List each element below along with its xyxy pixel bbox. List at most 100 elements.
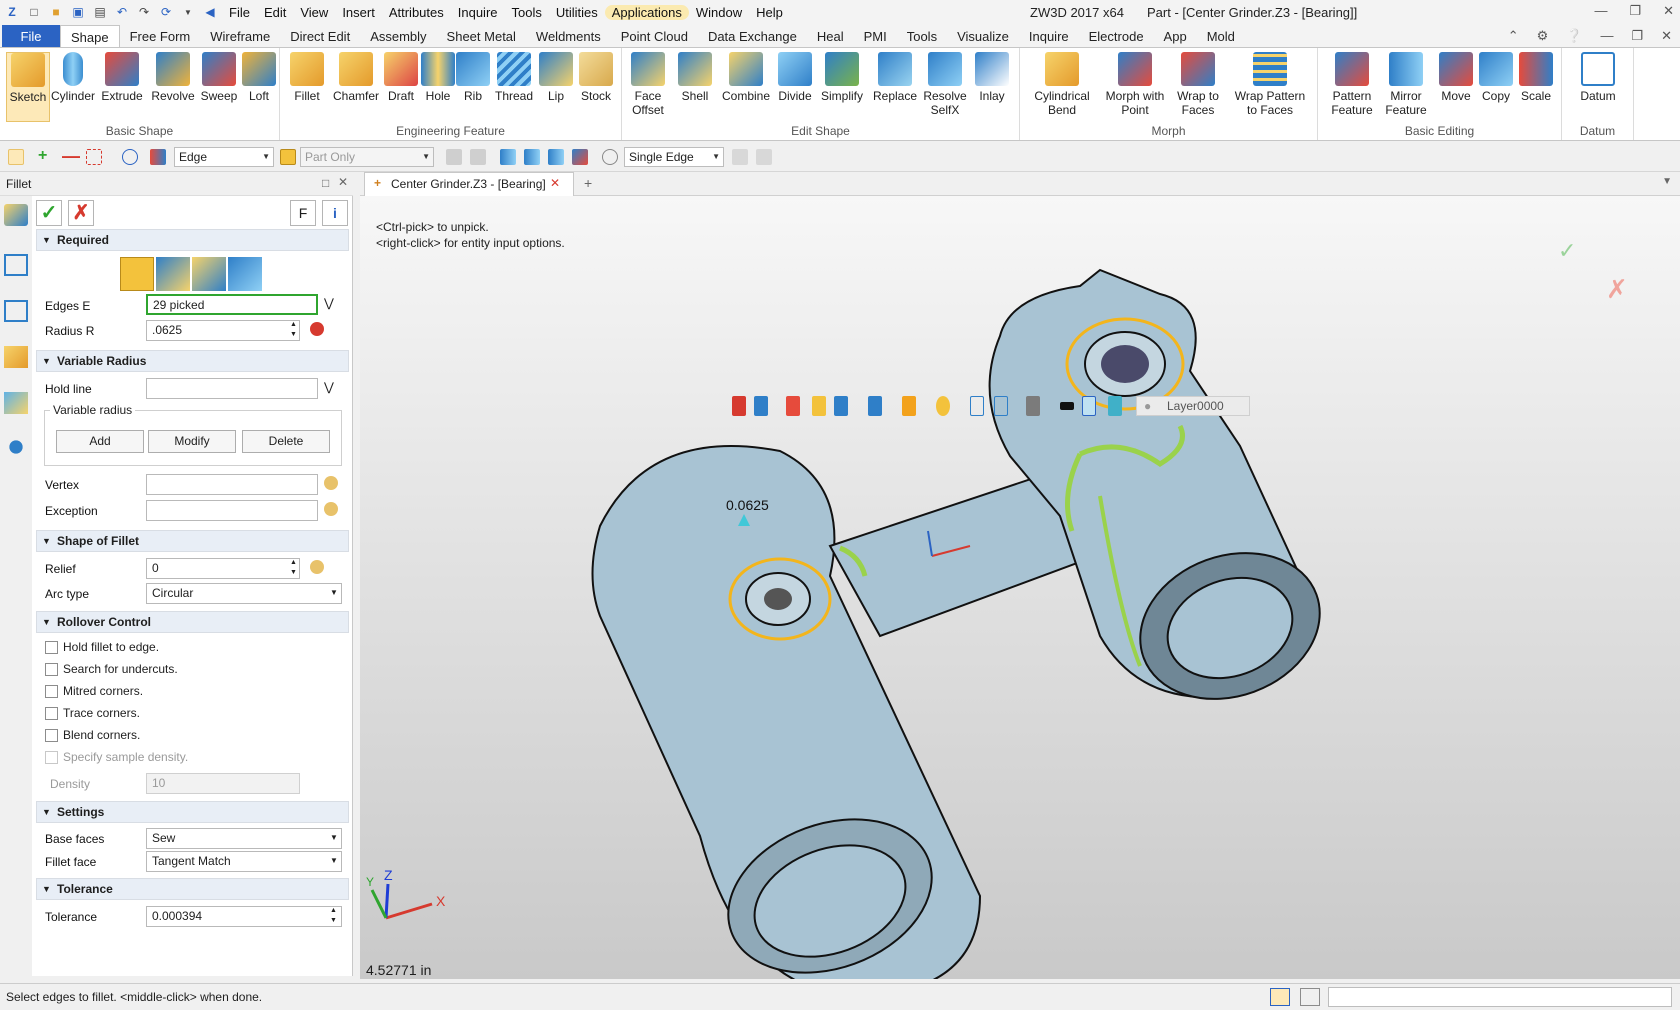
pattern-feature-button[interactable]: Pattern Feature [1326, 52, 1378, 117]
thread-button[interactable]: Thread [490, 52, 538, 103]
fillet-type-constant-icon[interactable] [120, 257, 154, 291]
tab-direct-edit[interactable]: Direct Edit [280, 25, 360, 48]
cursor-icon[interactable] [572, 149, 588, 165]
measure-tool-icon[interactable] [786, 396, 800, 416]
radius-spinner-icon[interactable]: ▲ ▼ [290, 320, 297, 340]
menu-help[interactable]: Help [749, 5, 790, 20]
pick-icon[interactable] [8, 149, 24, 165]
layer-combo[interactable]: Layer0000 [1136, 396, 1250, 416]
pick-point-icon[interactable] [324, 502, 338, 516]
doc-close-icon[interactable]: ✕ [1661, 28, 1672, 44]
shell-button[interactable]: Shell [674, 52, 716, 103]
hole-button[interactable]: Hole [420, 52, 456, 103]
assembly-tree-icon[interactable] [4, 300, 28, 322]
lighting-icon[interactable] [936, 396, 950, 416]
tab-tools[interactable]: Tools [897, 25, 947, 48]
tab-inquire[interactable]: Inquire [1019, 25, 1079, 48]
open-folder-icon[interactable]: ■ [48, 5, 64, 19]
delete-button[interactable]: Delete [242, 430, 330, 453]
collapse-ribbon-icon[interactable]: ⌃ [1508, 28, 1519, 44]
pick-point-icon[interactable] [324, 476, 338, 490]
status-toggle-icon[interactable] [1270, 988, 1290, 1006]
dropdown-icon[interactable]: ▼ [180, 8, 196, 17]
tab-wireframe[interactable]: Wireframe [200, 25, 280, 48]
undercuts-checkbox[interactable] [45, 663, 58, 676]
lip-button[interactable]: Lip [538, 52, 574, 103]
draft-button[interactable]: Draft [382, 52, 420, 103]
help-icon[interactable]: ❔ [1566, 28, 1582, 44]
refresh-icon[interactable]: ⟳ [158, 5, 174, 19]
render-mode-icon[interactable] [868, 396, 882, 416]
menu-applications[interactable]: Applications [604, 4, 689, 20]
shaded-icon[interactable] [812, 396, 826, 416]
line-weight-icon[interactable] [1060, 402, 1074, 410]
revolve-button[interactable]: Revolve [148, 52, 198, 103]
sketch-button[interactable]: Sketch [6, 52, 50, 122]
add-button[interactable]: Add [56, 430, 144, 453]
morph-with-point-button[interactable]: Morph with Point [1102, 52, 1168, 117]
command-input[interactable] [1328, 987, 1672, 1007]
tab-sheet-metal[interactable]: Sheet Metal [437, 25, 526, 48]
datum-button[interactable]: Datum [1574, 52, 1622, 103]
expand-icon[interactable]: ⋁ [324, 296, 334, 310]
menu-view[interactable]: View [293, 5, 335, 20]
menu-tools[interactable]: Tools [505, 5, 549, 20]
loft-button[interactable]: Loft [240, 52, 278, 103]
add-icon[interactable]: + [38, 148, 54, 165]
hold-fillet-checkbox[interactable] [45, 641, 58, 654]
lasso-icon[interactable] [122, 149, 138, 165]
vertex-field[interactable] [146, 474, 318, 495]
gear-icon[interactable] [602, 149, 618, 165]
f-button[interactable]: F [290, 200, 316, 226]
history-tree-icon[interactable] [4, 254, 28, 276]
base-faces-select[interactable]: Sew [146, 828, 342, 849]
tab-weldments[interactable]: Weldments [526, 25, 611, 48]
undo-icon[interactable]: ↶ [114, 5, 130, 19]
ok-button[interactable]: ✓ [36, 200, 62, 226]
menu-inquire[interactable]: Inquire [451, 5, 505, 20]
document-tab[interactable]: Center Grinder.Z3 - [Bearing] [364, 172, 574, 196]
mirror-feature-button[interactable]: Mirror Feature [1380, 52, 1432, 117]
doc-restore-icon[interactable]: ❐ [1631, 28, 1643, 44]
wrap-pattern-button[interactable]: Wrap Pattern to Faces [1230, 52, 1310, 117]
tab-free-form[interactable]: Free Form [120, 25, 201, 48]
menu-edit[interactable]: Edit [257, 5, 293, 20]
measure-icon[interactable] [310, 560, 324, 574]
section-tolerance[interactable]: Tolerance [36, 878, 349, 900]
view-cube-icon[interactable] [834, 396, 848, 416]
expand-icon[interactable]: ⋁ [324, 380, 334, 394]
tab-data-exchange[interactable]: Data Exchange [698, 25, 807, 48]
simplify-button[interactable]: Simplify [816, 52, 868, 103]
section-rollover-control[interactable]: Rollover Control [36, 611, 349, 633]
exit-view-icon[interactable] [732, 396, 746, 416]
tab-visualize[interactable]: Visualize [947, 25, 1019, 48]
filter-icon[interactable] [150, 149, 166, 165]
graphics-viewport[interactable]: <Ctrl-pick> to unpick. <right-click> for… [360, 196, 1680, 979]
menu-attributes[interactable]: Attributes [382, 5, 451, 20]
align3-icon[interactable] [548, 149, 564, 165]
rib-button[interactable]: Rib [456, 52, 490, 103]
tolerance-spinner-icon[interactable]: ▲ ▼ [330, 906, 337, 926]
face-offset-button[interactable]: Face Offset [626, 52, 670, 117]
menu-utilities[interactable]: Utilities [549, 5, 605, 20]
edges-field[interactable]: 29 picked [146, 294, 318, 315]
color-swatch-icon[interactable] [1082, 396, 1096, 416]
part-icon[interactable] [4, 346, 28, 368]
restore-icon[interactable]: ❐ [1629, 3, 1641, 19]
tab-heal[interactable]: Heal [807, 25, 854, 48]
measure-icon[interactable] [310, 322, 324, 336]
tab-assembly[interactable]: Assembly [360, 25, 436, 48]
back-icon[interactable]: ◀ [202, 5, 218, 19]
modify-button[interactable]: Modify [148, 430, 236, 453]
menu-insert[interactable]: Insert [335, 5, 382, 20]
pick-mode-combo[interactable]: Single Edge ▼ [624, 147, 724, 167]
inlay-button[interactable]: Inlay [972, 52, 1012, 103]
fillet-type-chordal-icon[interactable] [156, 257, 190, 291]
close-icon[interactable]: ✕ [1663, 3, 1674, 19]
app-logo-icon[interactable]: Z [4, 5, 20, 19]
user-icon[interactable] [4, 436, 28, 458]
move-button[interactable]: Move [1436, 52, 1476, 103]
cancel-button[interactable]: ✗ [68, 200, 94, 226]
align-icon[interactable] [500, 149, 516, 165]
filter-combo[interactable]: Edge ▼ [174, 147, 274, 167]
